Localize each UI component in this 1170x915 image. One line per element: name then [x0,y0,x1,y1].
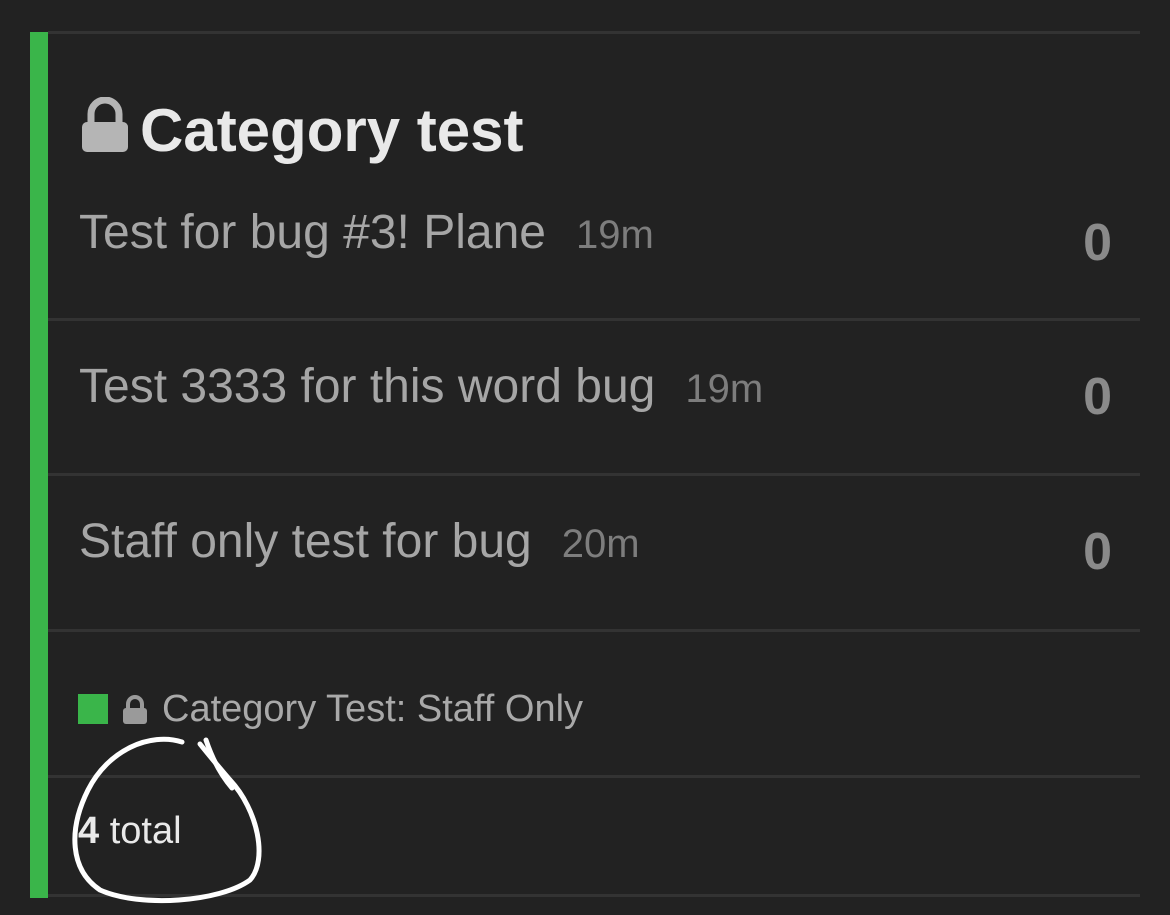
category-title-link[interactable]: Category test [80,90,523,170]
category-title: Category test [140,96,524,164]
topic-reply-count: 0 [1083,523,1112,581]
lock-icon [80,96,130,157]
total-count: 4 total [78,810,182,853]
topic-title[interactable]: Test 3333 for this word bug 19m [79,359,763,414]
bottom-divider [48,894,1140,897]
topic-reply-count: 0 [1083,214,1112,272]
category-box: Category test Test for bug #3! Plane 19m … [0,0,1170,915]
topic-row[interactable]: Staff only test for bug 20m 0 [48,514,1140,654]
row-divider [48,775,1140,778]
topic-age: 19m [575,213,654,257]
topic-title[interactable]: Staff only test for bug 20m [79,514,640,569]
top-divider [48,31,1140,34]
subcategory-name: Category Test: Staff Only [162,687,584,730]
subcategory-link[interactable]: Category Test: Staff Only [78,684,583,734]
row-divider [48,473,1140,476]
topic-age: 19m [685,367,764,411]
lock-icon [122,692,148,724]
topic-age: 20m [561,522,640,566]
topic-row[interactable]: Test 3333 for this word bug 19m 0 [48,359,1140,499]
topic-row[interactable]: Test for bug #3! Plane 19m 0 [48,205,1140,345]
topic-reply-count: 0 [1083,368,1112,426]
total-label: total [109,810,182,852]
row-divider [48,318,1140,321]
total-number: 4 [78,810,100,852]
topic-title[interactable]: Test for bug #3! Plane 19m [79,205,654,260]
row-divider [48,629,1140,632]
category-color-bar [30,32,48,898]
subcategory-color-swatch [78,694,108,724]
annotation-circle-tail [203,737,235,791]
